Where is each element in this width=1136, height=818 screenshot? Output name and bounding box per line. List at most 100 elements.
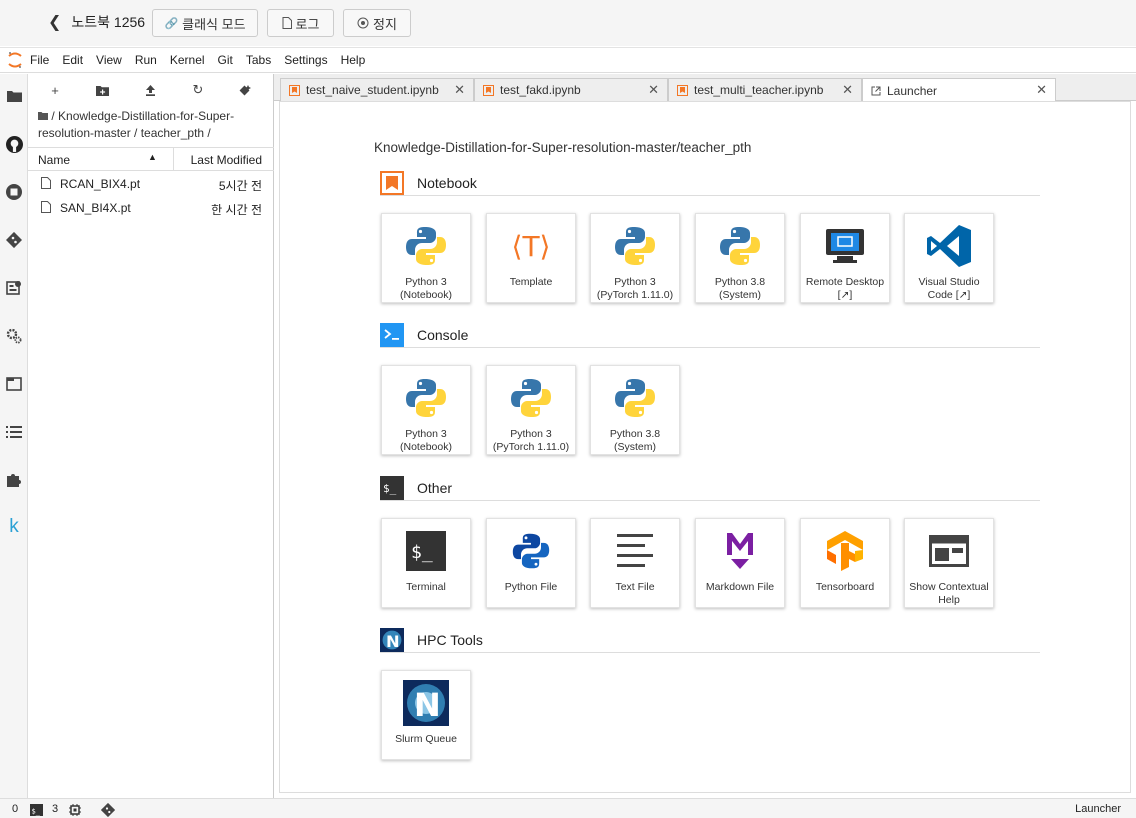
notebook-section-icon	[380, 170, 404, 195]
classic-mode-button[interactable]: 🔗 클래식 모드	[152, 9, 258, 37]
stop-label: 정지	[373, 16, 397, 32]
upload-icon	[145, 84, 155, 96]
tabs-icon[interactable]	[3, 373, 25, 395]
upload-button[interactable]	[139, 82, 161, 98]
refresh-icon: ↻	[192, 82, 204, 97]
python-icon	[716, 222, 764, 270]
git-icon[interactable]	[3, 229, 25, 251]
git-clone-button[interactable]	[234, 82, 256, 98]
card-python38-system[interactable]: Python 3.8 (System)	[695, 213, 785, 303]
kernel-count[interactable]: 0	[12, 803, 18, 815]
card-vscode[interactable]: Visual Studio Code [↗]	[904, 213, 994, 303]
file-browser: + ↻ / Knowledge-Distillation-for-Super-r…	[28, 74, 274, 798]
card-console-python3-pytorch[interactable]: Python 3 (PyTorch 1.11.0)	[486, 365, 576, 455]
card-label: Visual Studio Code [↗]	[918, 276, 980, 301]
card-console-python38-system[interactable]: Python 3.8 (System)	[590, 365, 680, 455]
menu-edit[interactable]: Edit	[62, 53, 83, 67]
property-inspector-icon[interactable]	[3, 277, 25, 299]
left-sidebar: k	[0, 74, 28, 798]
column-divider	[173, 148, 174, 170]
file-icon	[41, 177, 51, 189]
card-label: Python 3 (PyTorch 1.11.0)	[492, 428, 570, 453]
tab-test-naive-student[interactable]: test_naive_student.ipynb ✕	[280, 78, 474, 101]
card-terminal[interactable]: $_ Terminal	[381, 518, 471, 608]
card-python3-pytorch[interactable]: Python 3 (PyTorch 1.11.0)	[590, 213, 680, 303]
template-icon: ⟨T⟩	[511, 229, 551, 263]
new-folder-icon	[95, 85, 109, 96]
card-contextual-help[interactable]: Show Contextual Help	[904, 518, 994, 608]
card-console-python3-notebook[interactable]: Python 3 (Notebook)	[381, 365, 471, 455]
column-last-modified[interactable]: Last Modified	[191, 153, 262, 167]
remote-desktop-icon	[821, 222, 869, 270]
close-icon[interactable]: ✕	[842, 82, 853, 98]
menu-help[interactable]: Help	[341, 53, 366, 67]
github-icon[interactable]	[3, 133, 25, 155]
menu-view[interactable]: View	[96, 53, 122, 67]
close-icon[interactable]: ✕	[1036, 82, 1047, 98]
section-console: Console	[380, 322, 1040, 348]
tab-launcher[interactable]: Launcher ✕	[862, 78, 1056, 102]
kernel-usage-icon[interactable]	[69, 804, 81, 816]
menu-kernel[interactable]: Kernel	[170, 53, 205, 67]
python-icon	[611, 374, 659, 422]
git-clone-icon	[239, 84, 251, 95]
svg-text:$_: $_	[383, 482, 397, 495]
card-markdown-file[interactable]: Markdown File	[695, 518, 785, 608]
card-label: Show Contextual Help	[909, 581, 989, 606]
menu-tabs[interactable]: Tabs	[246, 53, 271, 67]
menu-git[interactable]: Git	[218, 53, 233, 67]
menu-run[interactable]: Run	[135, 53, 157, 67]
file-row[interactable]: RCAN_BIX4.pt 5시간 전	[28, 171, 274, 195]
toc-icon[interactable]	[3, 421, 25, 443]
card-python-file[interactable]: Python File	[486, 518, 576, 608]
card-tensorboard[interactable]: Tensorboard	[800, 518, 890, 608]
tab-label: test_fakd.ipynb	[500, 83, 581, 97]
log-button[interactable]: 로그	[267, 9, 334, 37]
card-text-file[interactable]: Text File	[590, 518, 680, 608]
section-title: HPC Tools	[417, 631, 483, 648]
tab-test-fakd[interactable]: test_fakd.ipynb ✕	[474, 78, 668, 101]
terminal-section-icon: $_	[380, 475, 404, 500]
menu-file[interactable]: File	[30, 53, 49, 67]
tab-label: test_multi_teacher.ipynb	[694, 83, 824, 97]
terminal-count[interactable]: 3	[52, 803, 58, 815]
card-remote-desktop[interactable]: Remote Desktop [↗]	[800, 213, 890, 303]
column-name[interactable]: Name	[38, 153, 70, 167]
tab-test-multi-teacher[interactable]: test_multi_teacher.ipynb ✕	[668, 78, 862, 101]
section-title: Notebook	[417, 174, 477, 191]
notebook-icon	[483, 84, 494, 96]
card-python3-notebook[interactable]: Python 3 (Notebook)	[381, 213, 471, 303]
k-icon[interactable]: k	[3, 516, 25, 538]
section-title: Other	[417, 479, 453, 496]
card-slurm-queue[interactable]: N Slurm Queue	[381, 670, 471, 760]
svg-text:N: N	[414, 686, 441, 724]
folder-icon[interactable]	[3, 85, 25, 107]
close-icon[interactable]: ✕	[648, 82, 659, 98]
text-file-icon	[611, 527, 659, 575]
extension-settings-icon[interactable]	[3, 325, 25, 347]
card-label: Slurm Queue	[395, 733, 457, 745]
card-label: Python 3.8 (System)	[609, 428, 661, 453]
section-title: Console	[417, 326, 469, 343]
breadcrumb[interactable]: / Knowledge-Distillation-for-Super-resol…	[38, 108, 263, 142]
vscode-icon	[925, 222, 973, 270]
git-status-icon[interactable]	[101, 803, 115, 817]
section-notebook: Notebook	[380, 170, 1040, 196]
file-modified: 한 시간 전	[211, 203, 262, 217]
log-label: 로그	[295, 16, 320, 32]
file-list-header: Name ▲ Last Modified	[28, 147, 274, 171]
back-link[interactable]: ❮ 노트북 1256	[48, 11, 145, 33]
stop-button[interactable]: 정지	[343, 9, 411, 37]
close-icon[interactable]: ✕	[454, 82, 465, 98]
refresh-button[interactable]: ↻	[187, 82, 209, 98]
new-launcher-button[interactable]: +	[44, 82, 66, 98]
new-folder-button[interactable]	[91, 82, 113, 98]
jupyter-logo-icon	[0, 51, 30, 69]
card-label: Terminal	[406, 581, 446, 593]
menu-settings[interactable]: Settings	[284, 53, 327, 67]
puzzle-icon[interactable]	[3, 469, 25, 491]
slurm-icon: N	[402, 679, 450, 727]
card-template[interactable]: ⟨T⟩ Template	[486, 213, 576, 303]
running-icon[interactable]	[3, 181, 25, 203]
file-row[interactable]: SAN_BI4X.pt 한 시간 전	[28, 195, 274, 219]
